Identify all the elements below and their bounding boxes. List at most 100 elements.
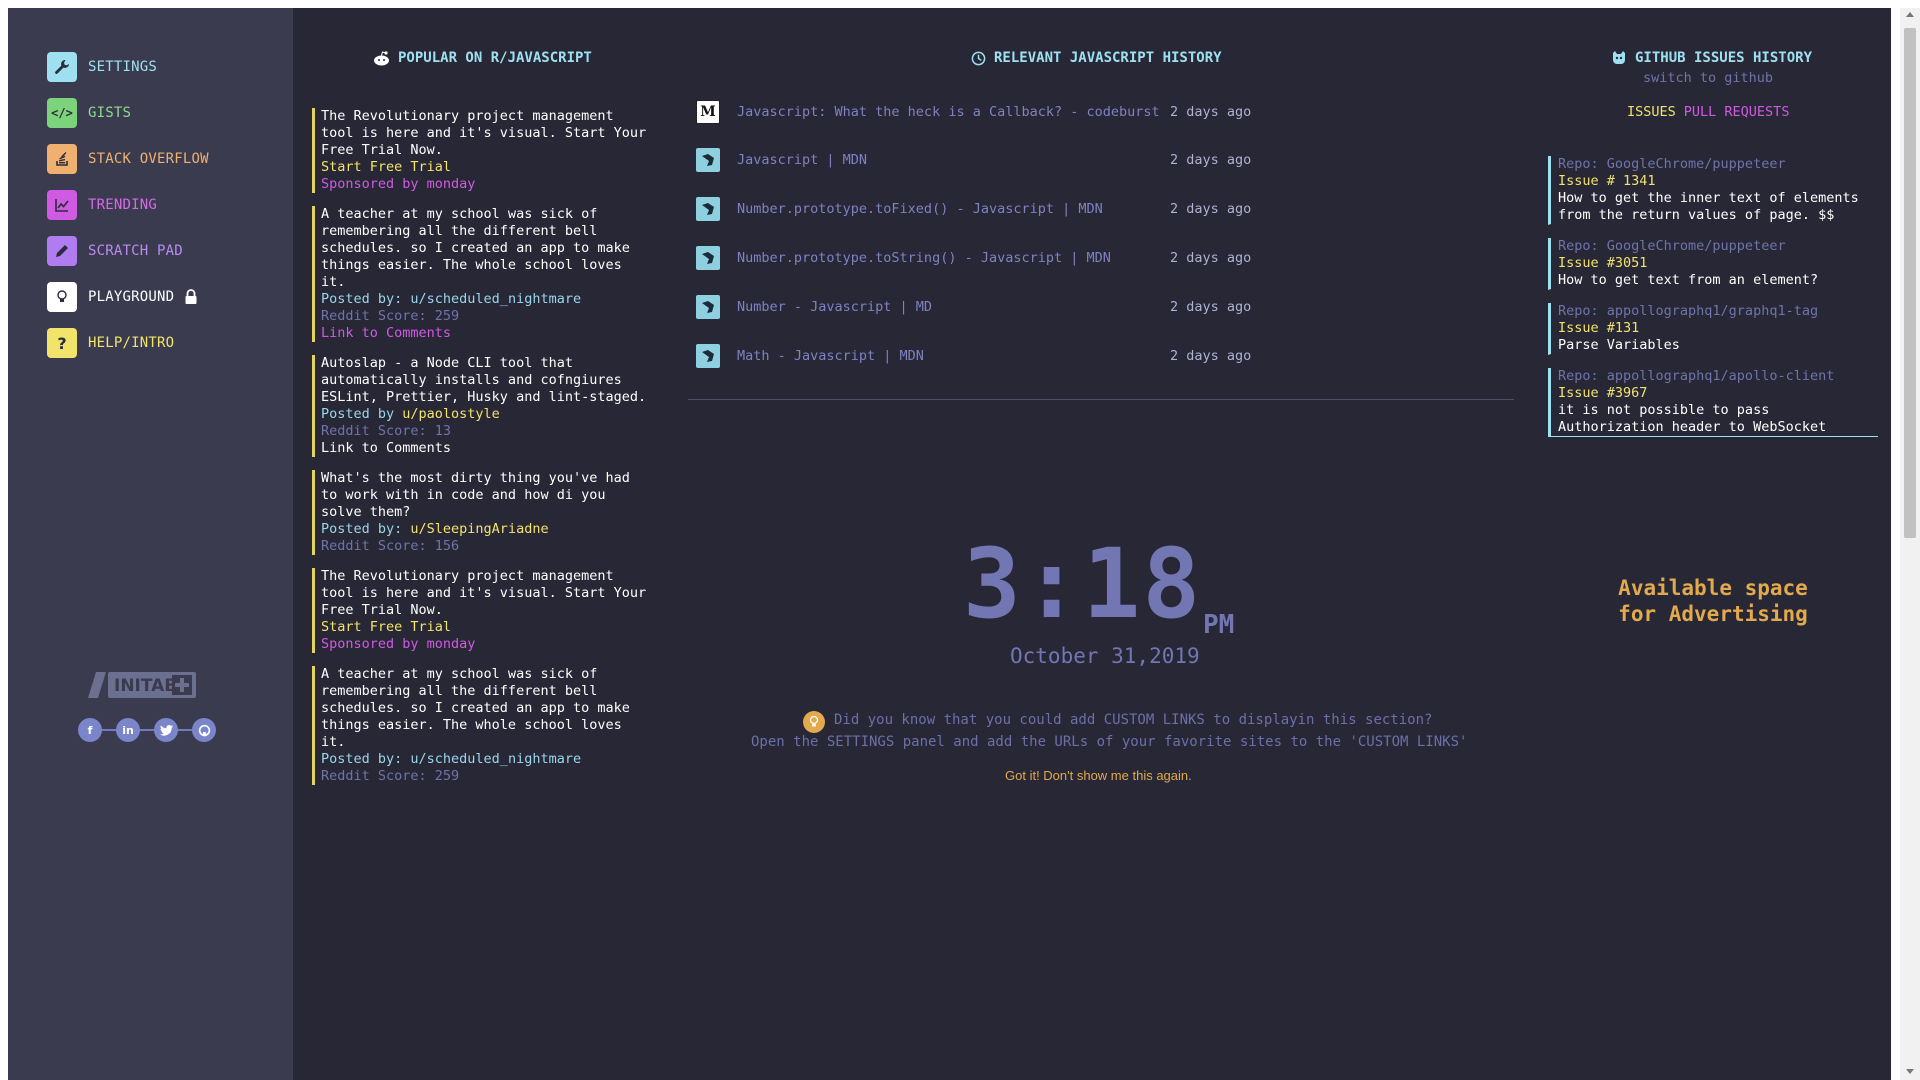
post-sponsor: Sponsored by monday (321, 176, 476, 192)
sidebar: SETTINGS </> GISTS STACK OVERFLOW TRENDI… (8, 8, 293, 1080)
sidebar-item-gists[interactable]: </> GISTS (47, 98, 131, 128)
post-author-link[interactable]: u/paolostyle (402, 406, 500, 422)
clock-date: October 31,2019 (1010, 644, 1200, 668)
list-item[interactable]: Repo: GoogleChrome/puppeteer Issue # 134… (1548, 156, 1878, 225)
twitter-icon[interactable] (154, 718, 178, 742)
list-item[interactable]: Repo: GoogleChrome/puppeteer Issue #3051… (1548, 238, 1878, 290)
post-author-link[interactable]: u/scheduled_nightmare (410, 291, 581, 307)
scroll-down-icon[interactable] (1906, 1069, 1914, 1074)
stack-overflow-icon (47, 144, 77, 174)
history-title-link[interactable]: Javascript: What the heck is a Callback?… (737, 104, 1160, 120)
history-title-link[interactable]: Number.prototype.toFixed() - Javascript … (737, 201, 1103, 217)
switch-to-github-link[interactable]: switch to github (1643, 70, 1773, 86)
history-item[interactable]: Javascript | MDN 2 days ago (696, 148, 1251, 172)
wrench-icon (47, 52, 77, 82)
facebook-icon[interactable]: f (78, 718, 102, 742)
history-date: 2 days ago (1170, 152, 1252, 168)
history-item[interactable]: Number - Javascript | MD 2 days ago (696, 295, 1251, 319)
scrollbar-thumb[interactable] (1904, 28, 1916, 538)
history-date: 2 days ago (1170, 348, 1252, 364)
post-score: Reddit Score: 13 (321, 423, 452, 439)
sidebar-item-trending[interactable]: TRENDING (47, 190, 157, 220)
history-divider (688, 399, 1514, 400)
github-heading-text: GITHUB ISSUES HISTORY (1635, 50, 1813, 66)
sidebar-item-label: TRENDING (88, 197, 158, 213)
history-title-link[interactable]: Math - Javascript | MDN (737, 348, 924, 364)
post-author-link[interactable]: u/scheduled_nightmare (410, 751, 581, 767)
history-item[interactable]: M Javascript: What the heck is a Callbac… (696, 100, 1251, 124)
sidebar-item-label: STACK OVERFLOW (88, 151, 209, 167)
post-comments-link[interactable]: Link to Comments (321, 325, 451, 341)
list-item[interactable]: The Revolutionary project management too… (312, 108, 652, 193)
list-item[interactable]: What's the most dirty thing you've had t… (312, 470, 652, 555)
history-item[interactable]: Math - Javascript | MDN 2 days ago (696, 344, 1251, 368)
history-title-link[interactable]: Javascript | MDN (737, 152, 867, 168)
history-date: 2 days ago (1170, 104, 1252, 120)
post-score: Reddit Score: 259 (321, 308, 460, 324)
history-title-link[interactable]: Number.prototype.toString() - Javascript… (737, 250, 1111, 266)
mdn-icon (696, 197, 720, 221)
clock-time: 3:18 (963, 528, 1203, 640)
github-heading: GITHUB ISSUES HISTORY (1611, 50, 1812, 66)
reddit-heading-text: POPULAR ON R/JAVASCRIPT (398, 50, 592, 66)
post-score: Reddit Score: 156 (321, 538, 460, 554)
mdn-icon (696, 295, 720, 319)
post-sponsor: Sponsored by monday (321, 636, 476, 652)
issue-title[interactable]: Parse Variables (1558, 337, 1878, 354)
dismiss-tip-link[interactable]: Got it! Don't show me this again. (1005, 768, 1192, 783)
post-author-link[interactable]: u/SleepingAriadne (410, 521, 548, 537)
post-cta-link[interactable]: Start Free Trial (321, 619, 451, 635)
app-window: SETTINGS </> GISTS STACK OVERFLOW TRENDI… (8, 8, 1891, 1080)
post-text: Autoslap - a Node CLI tool that automati… (321, 355, 647, 405)
post-text: The Revolutionary project management too… (321, 108, 647, 158)
issue-repo: Repo: GoogleChrome/puppeteer (1558, 156, 1786, 172)
tab-pull-requests[interactable]: PULL REQUESTS (1684, 104, 1790, 120)
sidebar-item-label: HELP/INTRO (88, 335, 175, 351)
issue-repo: Repo: appollographq1/graphq1-tag (1558, 303, 1819, 319)
post-score: Reddit Score: 259 (321, 768, 460, 784)
issue-number: Issue #3967 (1558, 385, 1648, 401)
history-item[interactable]: Number.prototype.toString() - Javascript… (696, 246, 1251, 270)
github-issues-list: Repo: GoogleChrome/puppeteer Issue # 134… (1548, 156, 1878, 450)
linkedin-icon[interactable]: in (116, 718, 140, 742)
reddit-feed: The Revolutionary project management too… (312, 108, 652, 798)
github-icon[interactable] (192, 718, 216, 742)
lightbulb-icon (47, 282, 77, 312)
post-comments-link[interactable]: Link to Comments (321, 440, 451, 456)
initab-logo: INITAB (88, 670, 198, 700)
clock-ampm: PM (1203, 610, 1235, 640)
list-item[interactable]: The Revolutionary project management too… (312, 568, 652, 653)
sidebar-item-label: SCRATCH PAD (88, 243, 183, 259)
tip-bulb-icon (803, 711, 825, 733)
reddit-heading: POPULAR ON R/JAVASCRIPT (373, 50, 592, 66)
list-item[interactable]: Repo: appollographq1/apollo-client Issue… (1548, 368, 1878, 437)
list-item[interactable]: A teacher at my school was sick of remem… (312, 206, 652, 342)
issue-title[interactable]: it is not possible to pass Authorization… (1558, 402, 1878, 436)
scroll-up-icon[interactable] (1906, 12, 1914, 17)
history-item[interactable]: Number.prototype.toFixed() - Javascript … (696, 197, 1251, 221)
sidebar-item-scratch-pad[interactable]: SCRATCH PAD (47, 236, 183, 266)
sidebar-item-stack-overflow[interactable]: STACK OVERFLOW (47, 144, 209, 174)
tip-line-2: Open the SETTINGS panel and add the URLs… (751, 734, 1468, 750)
sidebar-item-playground[interactable]: PLAYGROUND (47, 282, 198, 312)
sidebar-item-label: GISTS (88, 105, 132, 121)
chart-icon (47, 190, 77, 220)
tab-issues[interactable]: ISSUES (1627, 104, 1676, 120)
sidebar-item-settings[interactable]: SETTINGS (47, 52, 157, 82)
history-date: 2 days ago (1170, 201, 1252, 217)
post-author-prefix: Posted by: (321, 521, 411, 537)
list-item[interactable]: A teacher at my school was sick of remem… (312, 666, 652, 785)
history-date: 2 days ago (1170, 299, 1252, 315)
scrollbar[interactable] (1900, 8, 1920, 1080)
post-text: What's the most dirty thing you've had t… (321, 470, 638, 520)
sidebar-item-help[interactable]: ? HELP/INTRO (47, 328, 174, 358)
question-icon: ? (47, 328, 77, 358)
list-item[interactable]: Autoslap - a Node CLI tool that automati… (312, 355, 652, 457)
sidebar-item-label: PLAYGROUND (88, 289, 175, 305)
history-title-link[interactable]: Number - Javascript | MD (737, 299, 932, 315)
post-cta-link[interactable]: Start Free Trial (321, 159, 451, 175)
issue-title[interactable]: How to get text from an element? (1558, 272, 1878, 289)
issue-title[interactable]: How to get the inner text of elements fr… (1558, 190, 1878, 224)
mdn-icon (696, 344, 720, 368)
list-item[interactable]: Repo: appollographq1/graphq1-tag Issue #… (1548, 303, 1878, 355)
